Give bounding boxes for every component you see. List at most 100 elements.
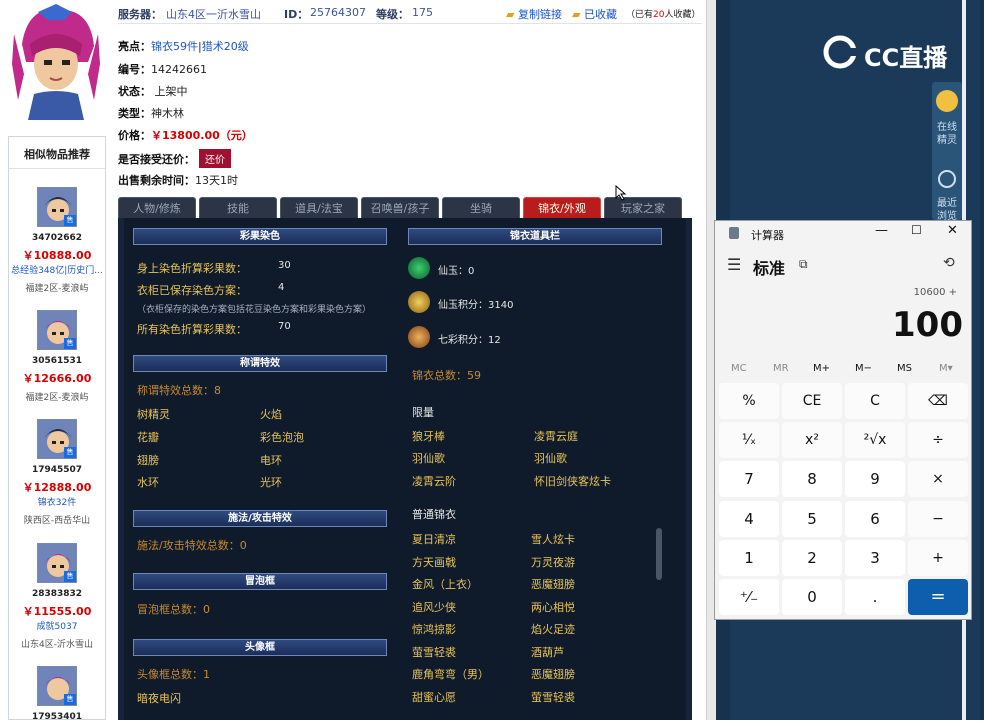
similar-item[interactable]: 售 34702662 ￥10888.00 总经验348亿|历史门... 福建2区… — [9, 187, 105, 294]
title-effects-total: 称谓特效总数：8 — [137, 384, 221, 397]
history-icon[interactable]: ⟲ — [943, 255, 955, 271]
clock-icon[interactable] — [938, 170, 956, 188]
keep-on-top-icon[interactable]: ⧉ — [799, 257, 808, 272]
item-thumbnail[interactable]: 售 — [37, 187, 77, 227]
subtract-button[interactable]: − — [908, 501, 968, 537]
number-label: 编号： — [118, 63, 151, 76]
item-price: ￥12888.00 — [22, 481, 92, 494]
similar-items-panel: 相似物品推荐 售 34702662 ￥10888.00 总经验348亿|历史门.… — [8, 136, 106, 722]
percent-button[interactable]: % — [719, 383, 779, 419]
memory-add-button[interactable]: M+ — [813, 363, 830, 374]
similar-item[interactable]: 售 17953401 — [9, 666, 105, 722]
highlight-link[interactable]: 猎术20级 — [202, 40, 249, 53]
backspace-button[interactable]: ⌫ — [908, 383, 968, 419]
digit-2-button[interactable]: 2 — [782, 540, 842, 576]
item-tag[interactable]: 成就5037 — [9, 619, 105, 632]
digit-1-button[interactable]: 1 — [719, 540, 779, 576]
tab-mounts[interactable]: 坐骑 — [442, 197, 520, 218]
memory-recall-button[interactable]: MR — [773, 363, 789, 374]
digit-7-button[interactable]: 7 — [719, 461, 779, 497]
online-sprite-icon[interactable] — [936, 90, 958, 112]
outfit-item: 甜蜜心愿 — [412, 691, 456, 704]
sale-badge: 售 — [64, 338, 76, 349]
highlights-row: 亮点：锦衣59件|猎术20级 — [118, 38, 249, 54]
digit-8-button[interactable]: 8 — [782, 461, 842, 497]
item-thumbnail[interactable]: 售 — [37, 310, 77, 350]
item-tag[interactable]: 锦衣32件 — [9, 495, 105, 508]
reciprocal-button[interactable]: ¹⁄ₓ — [719, 422, 779, 458]
outfit-item: 追风少侠 — [412, 601, 456, 614]
negate-button[interactable]: ⁺⁄₋ — [719, 579, 779, 615]
status-value: 上架中 — [154, 85, 188, 98]
similar-items-title: 相似物品推荐 — [9, 137, 105, 169]
maximize-button[interactable]: ☐ — [911, 223, 922, 237]
equals-button[interactable]: = — [908, 579, 968, 615]
item-id: 34702662 — [31, 233, 83, 243]
price-row: 价格：￥13800.00（元） — [118, 127, 253, 143]
outfit-item: 两心相悦 — [531, 601, 575, 614]
add-button[interactable]: + — [908, 540, 968, 576]
outfit-item: 夏日清凉 — [412, 533, 456, 546]
item-server: 山东4区-沂水雪山 — [21, 640, 93, 650]
tab-skills[interactable]: 技能 — [199, 197, 277, 218]
cc-logo-icon — [823, 35, 862, 69]
decimal-button[interactable]: . — [845, 579, 905, 615]
digit-4-button[interactable]: 4 — [719, 501, 779, 537]
multiply-button[interactable]: × — [908, 461, 968, 497]
id-value: 25764307 — [310, 6, 366, 19]
copy-link-button[interactable]: ▰ 复制链接 — [506, 6, 562, 22]
title-effect: 彩色泡泡 — [260, 431, 304, 444]
item-thumbnail[interactable]: 售 — [37, 419, 77, 459]
item-server: 陕西区-西岳华山 — [23, 516, 91, 526]
server-value: 山东4区一沂水雪山 — [166, 8, 261, 21]
outfit-scrollbar[interactable] — [656, 528, 662, 580]
bargain-button[interactable]: 还价 — [199, 149, 231, 168]
outfit-item: 萤雪轻裘 — [412, 646, 456, 659]
tab-items[interactable]: 道具/法宝 — [280, 197, 358, 218]
memory-clear-button[interactable]: MC — [731, 363, 747, 374]
tab-pets[interactable]: 召唤兽/孩子 — [361, 197, 439, 218]
memory-subtract-button[interactable]: M− — [855, 363, 872, 374]
minimize-button[interactable]: — — [875, 223, 888, 238]
outfit-item: 鹿角弯弯（男） — [412, 668, 489, 681]
item-tag[interactable]: 总经验348亿|历史门... — [9, 263, 105, 276]
sqrt-button[interactable]: ²√x — [845, 422, 905, 458]
clear-button[interactable]: C — [845, 383, 905, 419]
item-id: 17953401 — [31, 712, 83, 722]
digit-9-button[interactable]: 9 — [845, 461, 905, 497]
digit-5-button[interactable]: 5 — [782, 501, 842, 537]
memory-store-button[interactable]: MS — [897, 363, 912, 374]
online-sprite-label-2[interactable]: 精灵 — [932, 131, 962, 146]
folder-icon: ▰ — [572, 8, 581, 21]
close-button[interactable]: ✕ — [947, 223, 958, 238]
avatar-frame-item: 暗夜电闪 — [137, 692, 181, 705]
similar-item[interactable]: 售 17945507 ￥12888.00 锦衣32件 陕西区-西岳华山 — [9, 419, 105, 527]
digit-3-button[interactable]: 3 — [845, 540, 905, 576]
digit-0-button[interactable]: 0 — [782, 579, 842, 615]
menu-icon[interactable]: ☰ — [727, 255, 741, 274]
highlight-link[interactable]: 锦衣59件 — [151, 40, 198, 53]
memory-list-button[interactable]: M▾ — [939, 363, 953, 374]
square-button[interactable]: x² — [782, 422, 842, 458]
number-row: 编号：14242661 — [118, 61, 207, 77]
tab-character[interactable]: 人物/修炼 — [118, 197, 196, 218]
item-thumbnail[interactable]: 售 — [37, 543, 77, 583]
outfit-item: 雪人炫卡 — [531, 533, 575, 546]
id-label: ID： — [284, 8, 309, 21]
cc-side-toolbar[interactable]: 在线 精灵 最近 浏览 — [932, 82, 962, 222]
item-thumbnail[interactable]: 售 — [37, 666, 77, 706]
tab-outfits[interactable]: 锦衣/外观 — [523, 197, 601, 218]
clear-entry-button[interactable]: CE — [782, 383, 842, 419]
favorite-button[interactable]: ▰ 已收藏 — [572, 6, 617, 22]
mouse-cursor-icon — [615, 184, 627, 204]
fav-count: 20 — [653, 10, 665, 20]
normal-label: 普通锦衣 — [412, 508, 456, 521]
divide-button[interactable]: ÷ — [908, 422, 968, 458]
dye-note: （衣柜保存的染色方案包括花豆染色方案和彩果染色方案） — [137, 305, 372, 315]
level-value: 175 — [412, 6, 433, 19]
similar-item[interactable]: 售 28383832 ￥11555.00 成就5037 山东4区-沂水雪山 — [9, 543, 105, 651]
digit-6-button[interactable]: 6 — [845, 501, 905, 537]
calculator-app-icon — [729, 227, 739, 239]
similar-item[interactable]: 售 30561531 ￥12666.00 福建2区-麦浪屿 — [9, 310, 105, 403]
outfit-item: 凌霄云庭 — [534, 430, 578, 443]
